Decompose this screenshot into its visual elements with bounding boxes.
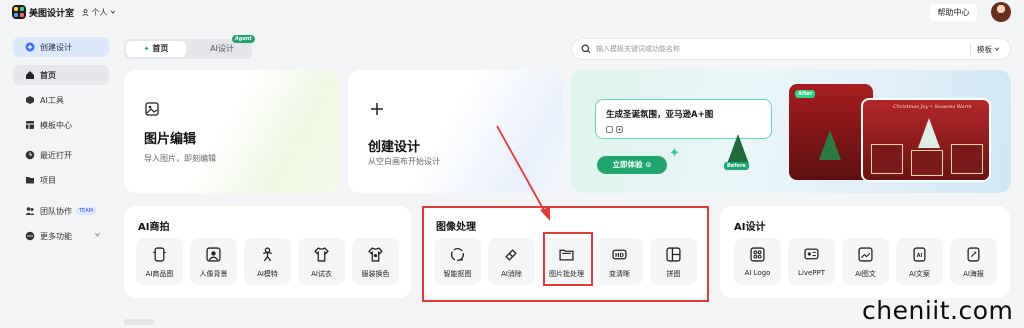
next-section-title bbox=[124, 319, 154, 325]
annotation-arrow bbox=[496, 125, 550, 221]
watermark: cheniit.com bbox=[862, 296, 1014, 325]
